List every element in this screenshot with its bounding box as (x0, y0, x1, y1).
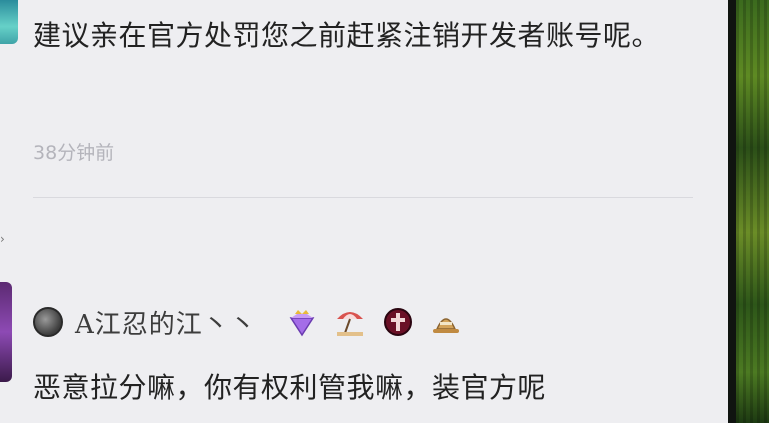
crimson-cross-badge-icon[interactable] (381, 305, 415, 339)
avatar[interactable] (0, 0, 18, 44)
chevron-right-icon: › (0, 232, 5, 246)
username[interactable]: A江忍的江丶丶 (75, 304, 257, 341)
badge-list (285, 305, 463, 339)
beach-umbrella-badge-icon[interactable] (333, 305, 367, 339)
comment-text: 恶意拉分嘛，你有权利管我嘛，装官方呢 (33, 371, 547, 404)
background-game-scene (736, 0, 769, 423)
comment-user-row: A江忍的江丶丶 (33, 300, 463, 344)
comment-divider (33, 197, 693, 198)
level-medal-icon (33, 307, 63, 337)
comment-text: 建议亲在官方处罚您之前赶紧注销开发者账号呢。 (33, 19, 661, 52)
comment-panel (0, 0, 728, 423)
straw-hat-badge-icon[interactable] (429, 305, 463, 339)
purple-gem-crown-badge-icon[interactable] (285, 305, 319, 339)
comment-timestamp: 38分钟前 (33, 142, 115, 164)
avatar[interactable] (0, 282, 12, 382)
panel-edge (728, 0, 736, 423)
